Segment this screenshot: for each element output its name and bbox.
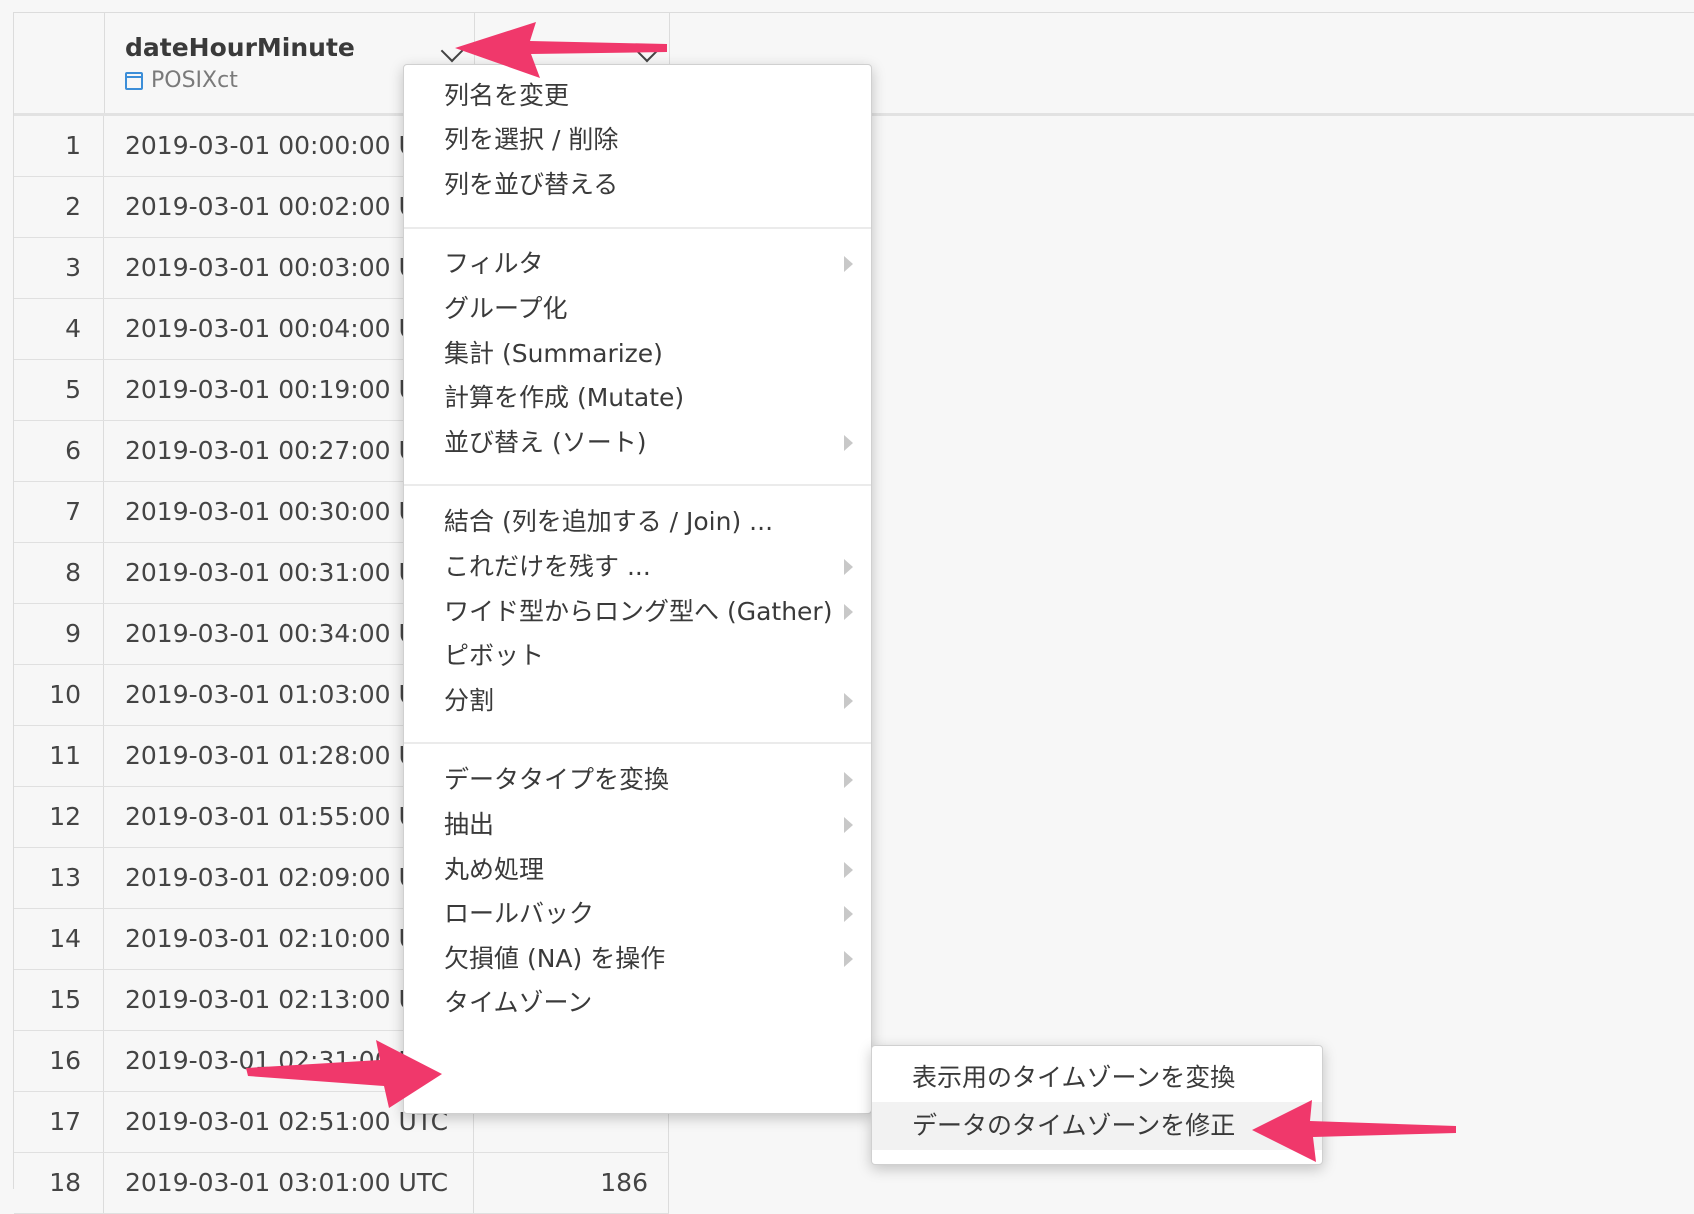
menu-item-rollback[interactable]: ロールバック: [404, 891, 871, 937]
menu-item-reorder[interactable]: 列を並び替える: [404, 162, 871, 208]
chevron-right-icon: [844, 817, 853, 833]
menu-item-mutate[interactable]: 計算を作成 (Mutate): [404, 375, 871, 421]
menu-item-label: これだけを残す ...: [444, 552, 651, 581]
column-name: dateHourMinute: [125, 33, 355, 62]
row-number: 1: [14, 116, 104, 176]
row-number: 5: [14, 360, 104, 420]
submenu-item-label: データのタイムゾーンを修正: [912, 1111, 1236, 1140]
menu-separator: [404, 742, 871, 744]
row-number: 7: [14, 482, 104, 542]
menu-item-label: ロールバック: [444, 899, 595, 928]
row-number: 8: [14, 543, 104, 603]
date-cell[interactable]: 2019-03-01 03:01:00 UTC: [104, 1153, 474, 1213]
menu-item-label: 抽出: [444, 810, 495, 839]
menu-item-sort[interactable]: 並び替え (ソート): [404, 420, 871, 466]
table-row[interactable]: 18 2019-03-01 03:01:00 UTC 186: [14, 1153, 669, 1214]
row-number: 3: [14, 238, 104, 298]
row-number: 12: [14, 787, 104, 847]
row-number: 16: [14, 1031, 104, 1091]
menu-separator: [404, 227, 871, 229]
chevron-down-icon[interactable]: [440, 39, 464, 63]
menu-item-label: グループ化: [444, 294, 568, 323]
menu-item-keep-only[interactable]: これだけを残す ...: [404, 544, 871, 590]
row-number: 2: [14, 177, 104, 237]
row-number: 13: [14, 848, 104, 908]
chevron-right-icon: [844, 772, 853, 788]
chevron-right-icon: [844, 559, 853, 575]
menu-item-join[interactable]: 結合 (列を追加する / Join) ...: [404, 499, 871, 545]
menu-item-label: 並び替え (ソート): [444, 428, 647, 457]
row-number: 17: [14, 1092, 104, 1152]
menu-item-label: データタイプを変換: [444, 765, 670, 794]
menu-item-extract[interactable]: 抽出: [404, 802, 871, 848]
row-number: 6: [14, 421, 104, 481]
menu-item-label: 丸め処理: [444, 855, 545, 884]
menu-item-label: 計算を作成 (Mutate): [444, 383, 685, 412]
menu-item-label: ピボット: [444, 641, 545, 670]
menu-item-label: タイムゾーン: [444, 988, 593, 1017]
menu-item-round[interactable]: 丸め処理: [404, 847, 871, 893]
menu-item-label: 分割: [444, 686, 495, 715]
menu-item-label: 欠損値 (NA) を操作: [444, 944, 666, 973]
menu-item-handle-na[interactable]: 欠損値 (NA) を操作: [404, 936, 871, 982]
menu-item-label: フィルタ: [444, 249, 544, 278]
menu-item-label: ワイド型からロング型へ (Gather): [444, 597, 833, 626]
menu-item-label: 結合 (列を追加する / Join) ...: [444, 507, 774, 536]
menu-item-label: 列を選択 / 削除: [444, 125, 619, 154]
timezone-submenu: 表示用のタイムゾーンを変換 データのタイムゾーンを修正: [871, 1045, 1323, 1165]
column-type-label: POSIXct: [151, 68, 238, 93]
menu-item-label: 列を並び替える: [444, 170, 619, 199]
chevron-down-icon[interactable]: [635, 39, 659, 63]
submenu-item-convert-display-timezone[interactable]: 表示用のタイムゾーンを変換: [872, 1054, 1322, 1102]
menu-item-split[interactable]: 分割: [404, 678, 871, 724]
row-number: 14: [14, 909, 104, 969]
menu-item-gather[interactable]: ワイド型からロング型へ (Gather): [404, 589, 871, 635]
chevron-right-icon: [844, 435, 853, 451]
menu-separator: [404, 484, 871, 486]
menu-item-convert-type[interactable]: データタイプを変換: [404, 757, 871, 803]
row-number: 11: [14, 726, 104, 786]
menu-item-label: 列名を変更: [444, 81, 570, 110]
chevron-right-icon: [844, 256, 853, 272]
chevron-right-icon: [844, 862, 853, 878]
row-number: 4: [14, 299, 104, 359]
row-number: 18: [14, 1153, 104, 1213]
row-number: 9: [14, 604, 104, 664]
menu-item-label: 集計 (Summarize): [444, 339, 663, 368]
row-number: 10: [14, 665, 104, 725]
row-number-header: [14, 13, 105, 113]
value-cell[interactable]: 186: [474, 1153, 669, 1213]
menu-item-timezone[interactable]: タイムゾーン: [404, 980, 871, 1026]
row-number: 15: [14, 970, 104, 1030]
calendar-icon: [125, 71, 143, 90]
column-type: POSIXct: [125, 68, 238, 93]
menu-item-filter[interactable]: フィルタ: [404, 241, 871, 287]
menu-item-rename[interactable]: 列名を変更: [404, 73, 871, 119]
chevron-right-icon: [844, 604, 853, 620]
column-context-menu: 列名を変更 列を選択 / 削除 列を並び替える フィルタ グループ化 集計 (S…: [403, 64, 872, 1114]
menu-item-pivot[interactable]: ピボット: [404, 633, 871, 679]
submenu-item-label: 表示用のタイムゾーンを変換: [912, 1063, 1236, 1092]
submenu-item-fix-data-timezone[interactable]: データのタイムゾーンを修正: [872, 1102, 1322, 1150]
chevron-right-icon: [844, 951, 853, 967]
menu-item-select-delete[interactable]: 列を選択 / 削除: [404, 117, 871, 163]
menu-item-group[interactable]: グループ化: [404, 286, 871, 332]
menu-item-summarize[interactable]: 集計 (Summarize): [404, 331, 871, 377]
chevron-right-icon: [844, 906, 853, 922]
chevron-right-icon: [844, 693, 853, 709]
